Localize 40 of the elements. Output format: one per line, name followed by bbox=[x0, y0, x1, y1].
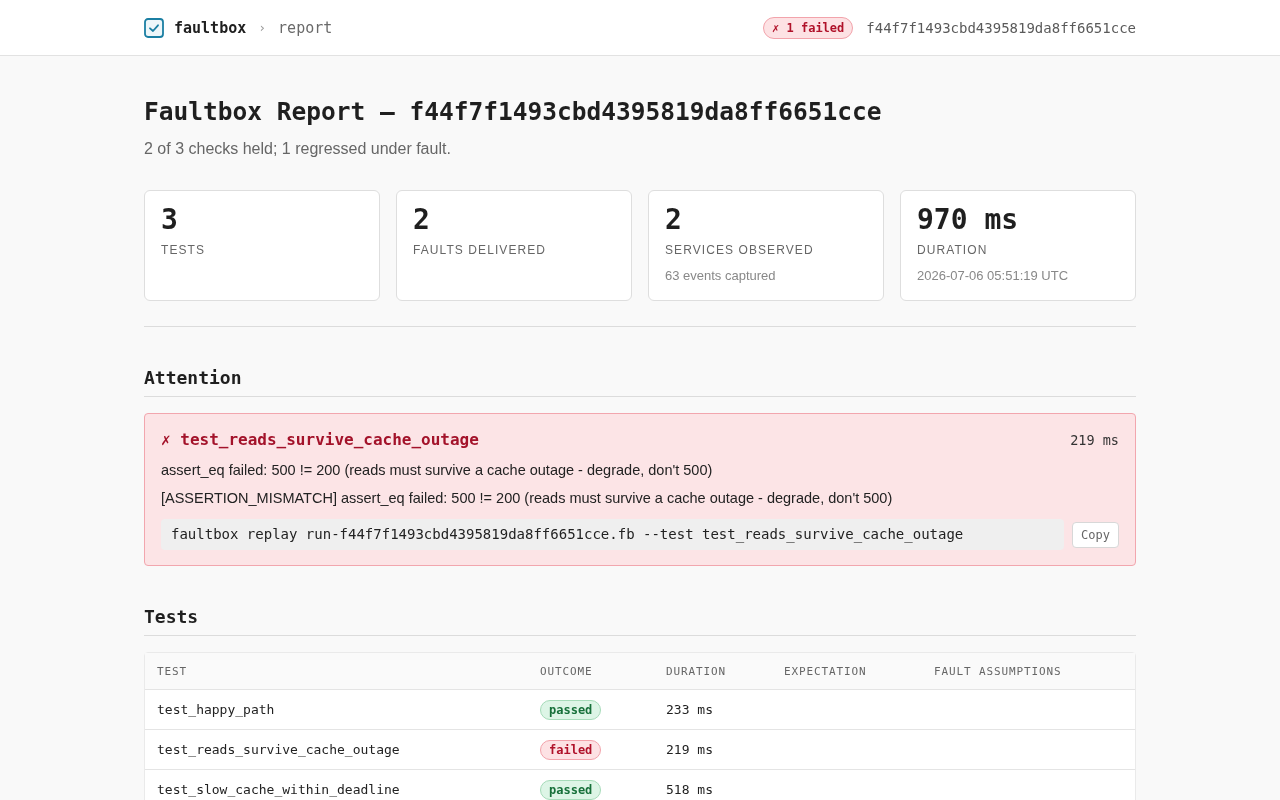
stat-label: TESTS bbox=[161, 242, 207, 258]
failed-count-badge: ✗ 1 failed bbox=[763, 16, 854, 39]
test-duration: 233 ms bbox=[666, 702, 713, 717]
checkbox-logo-icon bbox=[144, 17, 164, 38]
breadcrumb-item: report bbox=[278, 18, 333, 37]
report-title: Faultbox Report — f44f7f1493cbd4395819da8ff6651cce bbox=[144, 96, 883, 128]
stat-label: SERVICES OBSERVED bbox=[665, 242, 815, 258]
section-heading: Tests bbox=[144, 605, 1136, 636]
report-summary: 2 of 3 checks held; 1 regressed under fault. bbox=[144, 139, 452, 159]
column-header: FAULT ASSUMPTIONS bbox=[933, 664, 1063, 678]
test-duration: 518 ms bbox=[666, 782, 713, 797]
outcome-badge: failed bbox=[540, 739, 602, 760]
column-header: OUTCOME bbox=[539, 664, 594, 678]
failure-message: assert_eq failed: 500 != 200 (reads must survive a cache outage - degrade, don't 500) bbox=[161, 461, 714, 480]
test-name: test_slow_cache_within_deadline bbox=[157, 782, 400, 797]
test-name: test_reads_survive_cache_outage bbox=[157, 742, 400, 757]
column-header: TEST bbox=[156, 664, 188, 678]
stat-value: 2 bbox=[413, 203, 431, 237]
stat-label: FAULTS DELIVERED bbox=[413, 242, 548, 258]
section-heading: Attention bbox=[144, 366, 1136, 397]
brand-name[interactable]: faultbox bbox=[174, 18, 247, 37]
copy-button[interactable]: Copy bbox=[1072, 521, 1119, 548]
failure-message: [ASSERTION_MISMATCH] assert_eq failed: 500 != 200 (reads must survive a cache outage - degrade, don't 500) bbox=[161, 489, 894, 508]
stat-note: 2026-07-06 05:51:19 UTC bbox=[917, 267, 1070, 285]
stat-label: DURATION bbox=[917, 242, 989, 258]
test-name: test_happy_path bbox=[157, 702, 275, 717]
failure-duration: 219 ms bbox=[1070, 432, 1119, 448]
column-header: EXPECTATION bbox=[783, 664, 868, 678]
run-id: f44f7f1493cbd4395819da8ff6651cce bbox=[866, 19, 1136, 36]
outcome-badge: passed bbox=[540, 779, 602, 800]
column-header: DURATION bbox=[665, 664, 728, 678]
stat-value: 3 bbox=[161, 203, 179, 237]
outcome-badge: passed bbox=[540, 699, 602, 720]
breadcrumb-separator: › bbox=[258, 20, 267, 35]
stat-value: 2 bbox=[665, 203, 683, 237]
stat-value: 970 ms bbox=[917, 203, 1020, 237]
test-duration: 219 ms bbox=[666, 742, 713, 757]
replay-command: faultbox replay run-f44f7f1493cbd4395819da8ff6651cce.fb --test test_reads_survive_cache_outage bbox=[161, 519, 1065, 550]
stat-note: 63 events captured bbox=[665, 267, 777, 285]
failure-title: ✗ test_reads_survive_cache_outage bbox=[161, 429, 479, 451]
